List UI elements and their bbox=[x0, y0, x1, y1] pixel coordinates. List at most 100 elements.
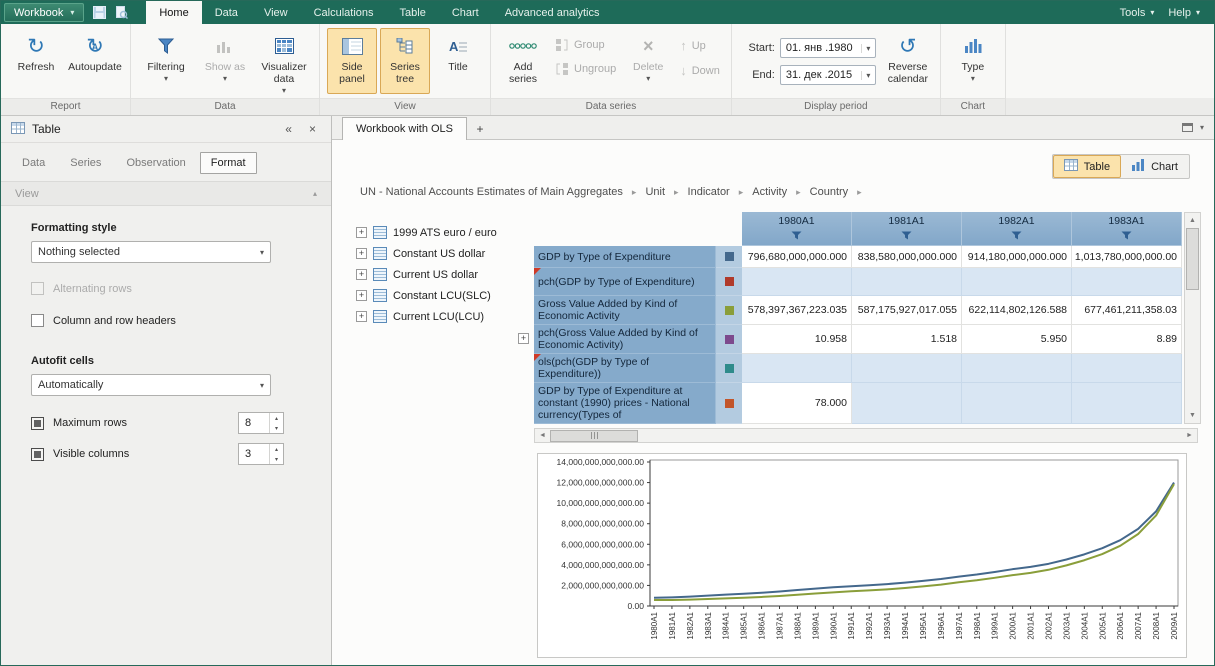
table-cell[interactable]: 10.958 bbox=[742, 325, 852, 354]
tree-item[interactable]: +Constant US dollar bbox=[356, 247, 518, 260]
close-panel-icon[interactable]: × bbox=[304, 122, 321, 136]
table-cell[interactable]: 796,680,000,000.000 bbox=[742, 246, 852, 268]
new-tab-button[interactable]: + bbox=[467, 118, 493, 139]
menu-tab-calculations[interactable]: Calculations bbox=[301, 1, 387, 24]
menu-tab-advanced-analytics[interactable]: Advanced analytics bbox=[492, 1, 613, 24]
row-header[interactable]: pch(GDP by Type of Expenditure) bbox=[534, 268, 716, 296]
maximum-rows-checkbox[interactable] bbox=[31, 417, 44, 430]
save-icon[interactable] bbox=[88, 1, 110, 24]
move-down-button[interactable]: ↓ Down bbox=[680, 63, 720, 78]
visible-columns-checkbox[interactable] bbox=[31, 448, 44, 461]
autofit-cells-select[interactable]: Automatically ▾ bbox=[31, 374, 271, 396]
horizontal-scroll-thumb[interactable] bbox=[550, 430, 638, 442]
filtering-button[interactable]: Filtering ▾ bbox=[138, 28, 194, 94]
row-expand-icon[interactable]: + bbox=[518, 333, 529, 344]
table-cell[interactable] bbox=[962, 354, 1072, 383]
view-section-header[interactable]: View ▴ bbox=[1, 181, 331, 206]
chart-view-toggle[interactable]: Chart bbox=[1121, 155, 1189, 178]
panel-tab-series[interactable]: Series bbox=[59, 152, 112, 174]
visualizer-data-button[interactable]: Visualizer data ▾ bbox=[256, 28, 312, 98]
spin-down-icon[interactable]: ▾ bbox=[270, 454, 283, 464]
scroll-down-icon[interactable]: ▼ bbox=[1185, 408, 1200, 423]
tools-menu[interactable]: Tools ▾ bbox=[1120, 7, 1155, 19]
vertical-scrollbar[interactable]: ▲ ▼ bbox=[1184, 212, 1201, 424]
tree-expand-icon[interactable]: + bbox=[356, 248, 367, 259]
table-cell[interactable] bbox=[962, 268, 1072, 296]
column-filter-icon[interactable] bbox=[1121, 231, 1132, 243]
tree-item[interactable]: +Current LCU(LCU) bbox=[356, 310, 518, 323]
column-header[interactable]: 1980A1 bbox=[742, 212, 852, 246]
panel-tab-format[interactable]: Format bbox=[200, 152, 257, 174]
table-cell[interactable]: 5.950 bbox=[962, 325, 1072, 354]
window-restore-icon[interactable] bbox=[1182, 123, 1193, 132]
table-cell[interactable]: 677,461,211,358.03 bbox=[1072, 296, 1182, 325]
table-cell[interactable]: 78.000 bbox=[742, 383, 852, 424]
spin-up-icon[interactable]: ▴ bbox=[270, 444, 283, 454]
table-cell[interactable]: 587,175,927,017.055 bbox=[852, 296, 962, 325]
table-cell[interactable] bbox=[1072, 354, 1182, 383]
table-cell[interactable]: 838,580,000,000.000 bbox=[852, 246, 962, 268]
table-cell[interactable]: 622,114,802,126.588 bbox=[962, 296, 1072, 325]
breadcrumb-item[interactable]: UN - National Accounts Estimates of Main… bbox=[360, 186, 623, 198]
scroll-up-icon[interactable]: ▲ bbox=[1185, 213, 1200, 228]
show-as-button[interactable]: Show as ▾ bbox=[197, 28, 253, 94]
menu-tab-view[interactable]: View bbox=[251, 1, 301, 24]
breadcrumb-item[interactable]: Unit bbox=[645, 186, 665, 198]
chart-type-button[interactable]: Type ▾ bbox=[948, 28, 998, 94]
breadcrumb-item[interactable]: Country bbox=[810, 186, 849, 198]
tree-item[interactable]: +1999 ATS euro / euro bbox=[356, 226, 518, 239]
alternating-rows-checkbox[interactable] bbox=[31, 282, 44, 295]
menu-tab-chart[interactable]: Chart bbox=[439, 1, 492, 24]
start-date-dropdown[interactable]: 01. янв .1980 ▾ bbox=[780, 38, 876, 58]
group-button[interactable]: Group bbox=[555, 38, 616, 52]
column-row-headers-checkbox[interactable] bbox=[31, 314, 44, 327]
table-cell[interactable]: 8.89 bbox=[1072, 325, 1182, 354]
reverse-calendar-button[interactable]: ↺ Reverse calendar bbox=[883, 28, 933, 94]
spin-up-icon[interactable]: ▴ bbox=[270, 413, 283, 423]
column-header[interactable]: 1981A1 bbox=[852, 212, 962, 246]
workbook-menu-button[interactable]: Workbook ▾ bbox=[4, 3, 84, 22]
ungroup-button[interactable]: Ungroup bbox=[555, 62, 616, 76]
menu-tab-data[interactable]: Data bbox=[202, 1, 251, 24]
visible-columns-stepper[interactable]: 3 ▴▾ bbox=[238, 443, 284, 465]
row-header[interactable]: pch(Gross Value Added by Kind of Economi… bbox=[534, 325, 716, 354]
horizontal-scrollbar[interactable]: ◄ ► bbox=[534, 428, 1198, 443]
table-cell[interactable] bbox=[742, 354, 852, 383]
column-filter-icon[interactable] bbox=[791, 231, 802, 243]
tree-expand-icon[interactable]: + bbox=[356, 227, 367, 238]
table-cell[interactable]: 1,013,780,000,000.00 bbox=[1072, 246, 1182, 268]
tree-item[interactable]: +Current US dollar bbox=[356, 268, 518, 281]
scroll-left-icon[interactable]: ◄ bbox=[535, 432, 550, 439]
menu-tab-table[interactable]: Table bbox=[387, 1, 439, 24]
tree-expand-icon[interactable]: + bbox=[356, 290, 367, 301]
maximum-rows-stepper[interactable]: 8 ▴▾ bbox=[238, 412, 284, 434]
table-cell[interactable]: 578,397,367,223.035 bbox=[742, 296, 852, 325]
delete-button[interactable]: × Delete ▾ bbox=[623, 28, 673, 94]
print-preview-icon[interactable] bbox=[110, 1, 132, 24]
menu-tab-home[interactable]: Home bbox=[146, 1, 201, 24]
scroll-right-icon[interactable]: ► bbox=[1182, 432, 1197, 439]
document-tab[interactable]: Workbook with OLS bbox=[342, 117, 467, 140]
table-cell[interactable] bbox=[1072, 268, 1182, 296]
column-filter-icon[interactable] bbox=[901, 231, 912, 243]
title-button[interactable]: A Title bbox=[433, 28, 483, 94]
table-cell[interactable]: 914,180,000,000.000 bbox=[962, 246, 1072, 268]
end-date-dropdown[interactable]: 31. дек .2015 ▾ bbox=[780, 65, 876, 85]
table-cell[interactable] bbox=[852, 268, 962, 296]
table-cell[interactable] bbox=[852, 383, 962, 424]
tree-item[interactable]: +Constant LCU(SLC) bbox=[356, 289, 518, 302]
move-up-button[interactable]: ↑ Up bbox=[680, 38, 720, 53]
formatting-style-select[interactable]: Nothing selected ▾ bbox=[31, 241, 271, 263]
help-menu[interactable]: Help ▾ bbox=[1168, 7, 1200, 19]
side-panel-toggle-button[interactable]: Side panel bbox=[327, 28, 377, 94]
series-tree-toggle-button[interactable]: Series tree bbox=[380, 28, 430, 94]
table-cell[interactable]: 1.518 bbox=[852, 325, 962, 354]
row-header[interactable]: ols(pch(GDP by Type of Expenditure)) bbox=[534, 354, 716, 383]
table-view-toggle[interactable]: Table bbox=[1053, 155, 1121, 178]
tree-expand-icon[interactable]: + bbox=[356, 269, 367, 280]
vertical-scroll-thumb[interactable] bbox=[1186, 228, 1199, 290]
tree-expand-icon[interactable]: + bbox=[356, 311, 367, 322]
refresh-button[interactable]: ↻ Refresh bbox=[8, 28, 64, 94]
autoupdate-button[interactable]: ↻A Autoupdate bbox=[67, 28, 123, 94]
breadcrumb-item[interactable]: Activity bbox=[752, 186, 787, 198]
